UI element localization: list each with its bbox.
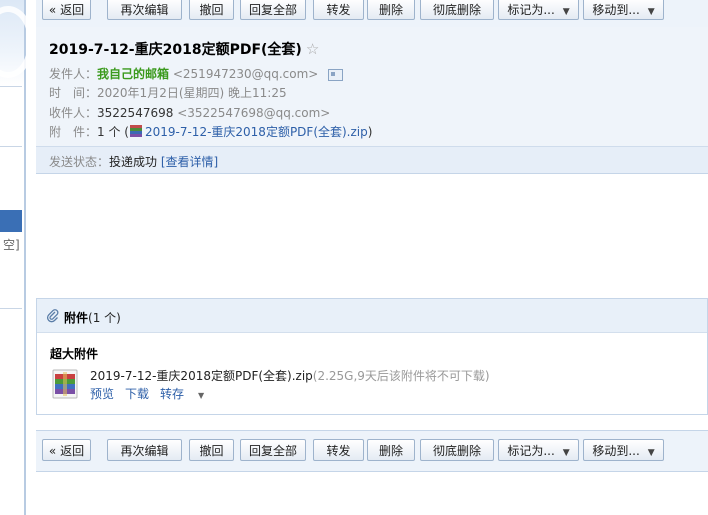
move-to-label: 移动到... [592, 3, 640, 17]
attachment-actions: 预览 下载 转存 ▼ [90, 385, 226, 402]
zip-archive-icon [129, 125, 142, 137]
attachment-panel: 附件(1 个) 超大附件 2019-7-12-重庆2018定额PDF(全套).z… [36, 298, 708, 415]
chevron-down-icon: ▼ [647, 448, 655, 458]
attach-count: 1 个 ( [97, 125, 129, 139]
back-button[interactable]: « 返回 [42, 439, 91, 461]
move-to-button[interactable]: 移动到... ▼ [583, 439, 664, 461]
from-name[interactable]: 我自己的邮箱 [97, 67, 169, 81]
save-to-label: 转存 [160, 387, 185, 401]
attachment-panel-title: 附件(1 个) [64, 309, 121, 326]
delete-forever-button[interactable]: 彻底删除 [420, 0, 494, 20]
delete-forever-button[interactable]: 彻底删除 [420, 439, 494, 461]
sidebar-header [0, 0, 34, 86]
zip-archive-icon [52, 369, 78, 399]
back-button[interactable]: « 返回 [42, 0, 91, 20]
status-detail-link[interactable]: [查看详情] [161, 155, 218, 169]
header-divider [36, 173, 708, 174]
attachment-link[interactable]: 2019-7-12-重庆2018定额PDF(全套).zip [145, 125, 368, 139]
to-row: 收件人：3522547698 <3522547698@qq.com> [49, 104, 330, 121]
top-toolbar: « 返回 再次编辑 撤回 回复全部 转发 删除 彻底删除 标记为... ▼ 移动到… [36, 0, 708, 28]
left-sidebar: 空] [0, 0, 34, 515]
recall-button[interactable]: 撤回 [189, 439, 234, 461]
mark-as-label: 标记为... [507, 444, 555, 458]
mark-as-button[interactable]: 标记为... ▼ [498, 0, 579, 20]
save-to-link[interactable]: 转存 ▼ [160, 387, 215, 401]
attachment-panel-header: 附件(1 个) [37, 299, 707, 333]
file-name-text[interactable]: 2019-7-12-重庆2018定额PDF(全套).zip [90, 369, 313, 383]
logo-swoosh [0, 6, 34, 78]
attachment-file-name: 2019-7-12-重庆2018定额PDF(全套).zip(2.25G,9天后该… [90, 367, 490, 384]
to-address: <3522547698@qq.com> [177, 106, 331, 120]
sidebar-selected-item[interactable] [0, 210, 22, 232]
file-expiry-note: (2.25G,9天后该附件将不可下载) [312, 369, 490, 383]
from-label: 发件人： [49, 67, 98, 81]
send-status-bar: 发送状态：投递成功 [查看详情] [36, 146, 708, 174]
attachment-row: 附 件：1 个 ( 2019-7-12-重庆2018定额PDF(全套).zip) [49, 123, 372, 140]
move-to-label: 移动到... [592, 444, 640, 458]
sidebar-divider [0, 308, 22, 309]
attachment-title-count: (1 个) [88, 311, 121, 325]
reply-all-button[interactable]: 回复全部 [240, 0, 306, 20]
mark-as-label: 标记为... [507, 3, 555, 17]
status-value: 投递成功 [109, 155, 158, 169]
recall-button[interactable]: 撤回 [189, 0, 234, 20]
from-row: 发件人：我自己的邮箱 <251947230@qq.com> [49, 65, 344, 82]
preview-link[interactable]: 预览 [90, 387, 114, 401]
move-to-button[interactable]: 移动到... ▼ [583, 0, 664, 20]
mark-as-button[interactable]: 标记为... ▼ [498, 439, 579, 461]
chevron-down-icon: ▼ [647, 7, 655, 17]
reedit-button[interactable]: 再次编辑 [107, 439, 182, 461]
delete-button[interactable]: 删除 [367, 0, 415, 20]
chevron-down-icon: ▼ [562, 7, 570, 17]
forward-button[interactable]: 转发 [313, 439, 364, 461]
attach-close-paren: ) [367, 125, 373, 139]
time-value: 2020年1月2日(星期四) 晚上11:25 [97, 86, 287, 100]
chevron-down-icon: ▼ [562, 448, 570, 458]
star-icon[interactable]: ☆ [306, 40, 319, 58]
download-link[interactable]: 下载 [125, 387, 149, 401]
status-label: 发送状态： [49, 155, 110, 169]
bottom-toolbar: « 返回 再次编辑 撤回 回复全部 转发 删除 彻底删除 标记为... ▼ 移动到… [36, 430, 708, 472]
sidebar-divider [0, 86, 22, 87]
to-name[interactable]: 3522547698 [97, 106, 173, 120]
delete-button[interactable]: 删除 [367, 439, 415, 461]
chevron-down-icon: ▼ [198, 391, 205, 400]
subject-text: 2019-7-12-重庆2018定额PDF(全套) [49, 42, 302, 58]
forward-button[interactable]: 转发 [313, 0, 364, 20]
attach-label: 附 件： [49, 125, 98, 139]
from-address: <251947230@qq.com> [172, 67, 319, 81]
reedit-button[interactable]: 再次编辑 [107, 0, 182, 20]
sidebar-divider [0, 146, 22, 147]
sidebar-item-label[interactable]: 空] [3, 236, 20, 253]
time-row: 时 间：2020年1月2日(星期四) 晚上11:25 [49, 84, 287, 101]
to-label: 收件人： [49, 106, 98, 120]
time-label: 时 间： [49, 86, 98, 100]
attachment-title-label: 附件 [64, 311, 89, 325]
paperclip-icon [46, 309, 59, 327]
large-attachment-title: 超大附件 [50, 347, 99, 361]
contact-card-icon[interactable] [328, 68, 344, 81]
send-status: 发送状态：投递成功 [查看详情] [49, 153, 218, 170]
reply-all-button[interactable]: 回复全部 [240, 439, 306, 461]
mail-subject: 2019-7-12-重庆2018定额PDF(全套) ☆ [49, 39, 319, 59]
